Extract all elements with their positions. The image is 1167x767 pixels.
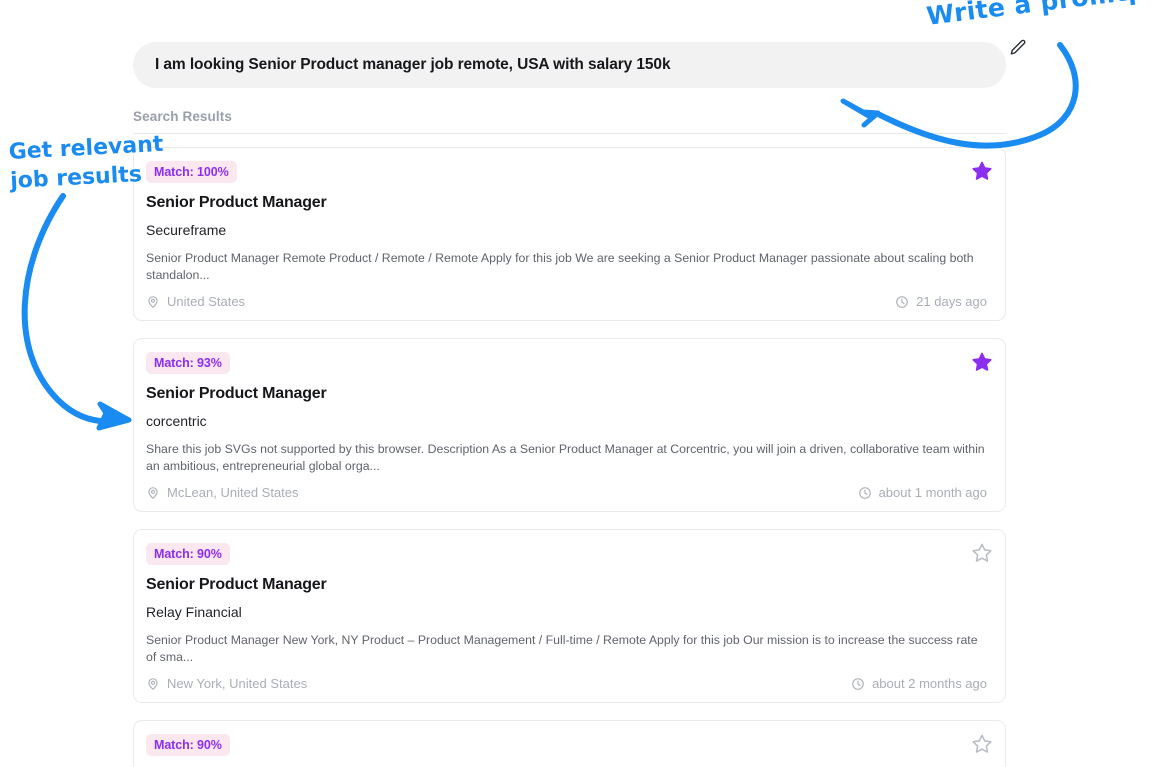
job-meta: McLean, United States about 1 month ago bbox=[146, 485, 987, 500]
match-badge: Match: 90% bbox=[146, 734, 230, 756]
job-card[interactable]: Match: 100% Senior Product Manager Securef… bbox=[133, 147, 1006, 321]
star-outline-icon[interactable] bbox=[971, 542, 993, 564]
arrow-get-results bbox=[21, 193, 121, 425]
job-posted-label: 21 days ago bbox=[916, 294, 987, 309]
job-location-label: New York, United States bbox=[167, 676, 308, 691]
job-posted-label: about 2 months ago bbox=[872, 676, 987, 691]
job-location-label: McLean, United States bbox=[167, 485, 299, 500]
job-company: Secureframe bbox=[146, 222, 227, 238]
job-card[interactable]: Match: 93% Senior Product Manager corcentr… bbox=[133, 338, 1006, 512]
job-title[interactable]: Senior Product Manager bbox=[146, 385, 987, 403]
app-root: Search Results Match: 100% Senior Product… bbox=[0, 0, 1167, 767]
search-panel: Search Results Match: 100% Senior Product… bbox=[133, 42, 1006, 767]
match-badge: Match: 100% bbox=[146, 161, 237, 183]
job-location: New York, United States bbox=[146, 676, 307, 691]
job-posted-label: about 1 month ago bbox=[878, 485, 987, 500]
job-company: corcentric bbox=[146, 413, 207, 429]
match-badge: Match: 90% bbox=[146, 543, 230, 565]
job-description: Senior Product Manager Remote Product / … bbox=[146, 251, 974, 282]
search-input[interactable] bbox=[153, 55, 986, 75]
job-title[interactable]: Senior Product Manager bbox=[146, 576, 987, 594]
job-posted: about 1 month ago bbox=[858, 485, 987, 500]
clock-icon bbox=[851, 677, 865, 691]
job-location-label: United States bbox=[167, 294, 246, 309]
job-results-list: Match: 100% Senior Product Manager Securef… bbox=[133, 147, 1006, 767]
job-location: McLean, United States bbox=[146, 485, 299, 500]
location-pin-icon bbox=[146, 295, 160, 309]
job-posted: about 2 months ago bbox=[851, 676, 987, 691]
job-card[interactable]: Match: 90%Senior Product ManagerFiSenior… bbox=[133, 720, 1006, 767]
star-filled-icon[interactable] bbox=[971, 160, 993, 182]
job-posted: 21 days ago bbox=[895, 294, 987, 309]
clock-icon bbox=[858, 486, 872, 500]
job-company: Relay Financial bbox=[146, 604, 242, 620]
star-filled-icon[interactable] bbox=[971, 351, 993, 373]
search-bar[interactable] bbox=[133, 42, 1006, 88]
pencil-icon bbox=[1008, 38, 1028, 63]
job-meta: United States 21 days ago bbox=[146, 294, 987, 309]
clock-icon bbox=[895, 295, 909, 309]
job-description: Share this job SVGs not supported by thi… bbox=[146, 442, 985, 473]
job-description: Senior Product Manager New York, NY Prod… bbox=[146, 633, 978, 664]
job-title[interactable]: Senior Product Manager bbox=[146, 194, 987, 212]
annotation-write-prompt: Write a promtp bbox=[925, 0, 1148, 31]
job-location: United States bbox=[146, 294, 245, 309]
job-meta: New York, United States about 2 months ag… bbox=[146, 676, 987, 691]
location-pin-icon bbox=[146, 486, 160, 500]
arrowhead-get-results bbox=[96, 401, 132, 431]
search-results-heading: Search Results bbox=[133, 109, 1006, 134]
match-badge: Match: 93% bbox=[146, 352, 230, 374]
job-card[interactable]: Match: 90% Senior Product Manager Relay Fi… bbox=[133, 529, 1006, 703]
location-pin-icon bbox=[146, 677, 160, 691]
star-outline-icon[interactable] bbox=[971, 733, 993, 755]
